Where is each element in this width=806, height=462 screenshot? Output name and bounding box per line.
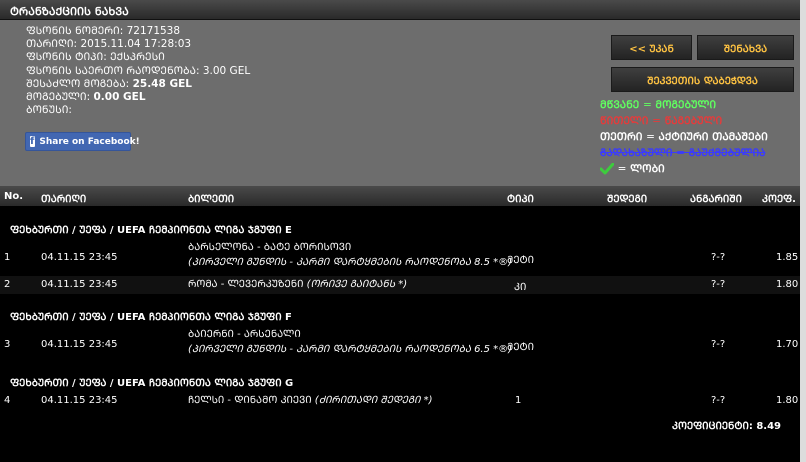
legend-value: ᲬᲐᲒᲔᲑᲣᲚᲘ [664,115,723,127]
total-value: 8.49 [756,421,782,432]
facebook-button-label: Share on Facebook! [39,136,140,147]
col-header-coef: ᲙᲝᲔᲤ. [762,194,796,205]
info-label: ᲑᲝᲜᲣᲡᲘ: [26,104,72,117]
col-header-type: ᲢᲘᲞᲘ [507,194,534,205]
total-coefficient: ᲙᲝᲔᲤᲘᲪᲘᲔᲜᲢᲘ: 8.49 [672,418,781,432]
row-event: ᲩᲔᲚᲡᲘ - ᲓᲘᲜᲐᲛᲝ ᲙᲘᲔᲕᲘ (ᲫᲘᲠᲘᲗᲐᲓᲘ ᲨᲔᲓᲔᲒᲘ *) [188,393,458,408]
back-button[interactable]: << ᲣᲙᲐᲜ [611,35,692,60]
row-coef: 1.85 [776,252,799,263]
group-title: ᲤᲔᲮᲑᲣᲠᲗᲘ / ᲣᲔᲤᲐ / UEFA ᲩᲔᲛᲞᲘᲝᲜᲗᲐ ᲚᲘᲒᲐ ᲯᲒ… [10,378,294,389]
window-title: ᲢᲠᲐᲜᲖᲐᲥᲪᲘᲘᲡ ᲜᲐᲮᲕᲐ [0,0,800,20]
legend-value: ᲐᲥᲢᲘᲣᲠᲘ ᲗᲐᲛᲐᲨᲔᲑᲘ [658,131,768,143]
status-legend: ᲛᲬᲕᲐᲜᲔ = ᲛᲝᲒᲔᲑᲣᲚᲘ ᲬᲘᲗᲔᲚᲘ = ᲬᲐᲒᲔᲑᲣᲚᲘ ᲗᲔᲗᲠ… [600,97,768,177]
info-value: 2015.11.04 17:28:03 [80,38,192,51]
group-title: ᲤᲔᲮᲑᲣᲠᲗᲘ / ᲣᲔᲤᲐ / UEFA ᲩᲔᲛᲞᲘᲝᲜᲗᲐ ᲚᲘᲒᲐ ᲯᲒ… [10,312,292,323]
legend-value: ᲒᲐᲣᲥᲛᲔᲑᲣᲚᲘᲐ [688,147,766,159]
event-name: ᲑᲐᲘᲔᲠᲜᲘ - ᲐᲠᲡᲔᲜᲐᲚᲘ [188,329,301,340]
row-type: ᲛᲔᲢᲘ [507,342,535,353]
col-header-outcome: ᲨᲔᲓᲔᲒᲘ [607,194,648,205]
ticket-info-panel: ᲤᲡᲝᲜᲘᲡ ᲜᲝᲛᲔᲠᲘ: 72171538 ᲗᲐᲠᲘᲦᲘ: 2015.11.… [0,20,800,186]
row-date: 04.11.15 23:45 [41,252,118,263]
check-icon [600,163,614,175]
info-value: 25.48 GEL [132,77,192,90]
legend-equals: = [676,147,685,159]
total-label: ᲙᲝᲔᲤᲘᲪᲘᲔᲜᲢᲘ: [672,421,753,432]
vertical-scrollbar[interactable] [800,0,806,462]
row-event: ᲑᲐᲘᲔᲠᲜᲘ - ᲐᲠᲡᲔᲜᲐᲚᲘ (ᲞᲘᲠᲕᲔᲚᲘ ᲒᲣᲜᲓᲘᲡ - ᲙᲐᲠ… [188,327,512,357]
print-order-button[interactable]: ᲨᲔᲙᲕᲔᲗᲘᲡ ᲓᲐᲑᲔᲭᲓᲕᲐ [611,67,794,92]
info-line-ticket-type: ᲤᲡᲝᲜᲘᲡ ᲢᲘᲞᲘ: ᲔᲥᲡᲞᲠᲔᲡᲘ [26,51,250,64]
facebook-icon: f [30,136,36,147]
legend-lost: ᲬᲘᲗᲔᲚᲘ = ᲬᲐᲒᲔᲑᲣᲚᲘ [600,113,768,129]
legend-equals: = [642,99,652,111]
row-date: 04.11.15 23:45 [41,279,118,290]
row-date: 04.11.15 23:45 [41,339,118,350]
col-header-date: ᲗᲐᲠᲘᲦᲘ [41,194,87,205]
legend-won: ᲛᲬᲕᲐᲜᲔ = ᲛᲝᲒᲔᲑᲣᲚᲘ [600,97,768,113]
event-description: (ᲞᲘᲠᲕᲔᲚᲘ ᲒᲣᲜᲓᲘᲡ - ᲙᲐᲠᲛᲘ ᲓᲐᲠᲢᲧᲛᲔᲑᲘᲡ ᲠᲐᲝᲓᲔ… [188,344,513,355]
col-header-no: No. [4,191,24,202]
legend-equals: = [617,163,627,175]
info-value: 72171538 [126,25,181,37]
row-coef: 1.80 [776,279,799,290]
legend-value: ᲛᲝᲒᲔᲑᲣᲚᲘ [655,99,717,111]
row-no: 2 [4,279,11,290]
row-result: ?-? [711,395,726,406]
info-line-possible-win: ᲨᲔᲡᲐᲫᲚᲝ ᲛᲝᲒᲔᲑᲐ: 25.48 GEL [26,78,250,91]
info-value: 3.00 GEL [202,64,251,77]
row-no: 3 [4,339,11,350]
info-label: ᲗᲐᲠᲘᲦᲘ: [26,38,78,51]
legend-active: ᲗᲔᲗᲠᲘ = ᲐᲥᲢᲘᲣᲠᲘ ᲗᲐᲛᲐᲨᲔᲑᲘ [600,129,768,145]
table-header: No. ᲗᲐᲠᲘᲦᲘ ᲑᲘᲚᲔᲗᲘ ᲢᲘᲞᲘ ᲨᲔᲓᲔᲒᲘ ᲐᲜᲒᲐᲠᲘᲨᲘ Კ… [0,186,800,206]
ticket-info-lines: ᲤᲡᲝᲜᲘᲡ ᲜᲝᲛᲔᲠᲘ: 72171538 ᲗᲐᲠᲘᲦᲘ: 2015.11.… [26,25,250,117]
legend-value: ᲚᲝᲑᲘ [630,163,665,175]
col-header-event: ᲑᲘᲚᲔᲗᲘ [188,194,235,205]
info-value: ᲔᲥᲡᲞᲠᲔᲡᲘ [110,51,165,64]
info-line-total-amount: ᲤᲡᲝᲜᲘᲡ ᲡᲐᲔᲠᲗᲝ ᲠᲐᲝᲓᲔᲜᲝᲑᲐ: 3.00 GEL [26,65,250,78]
row-type: ᲙᲘ [514,282,527,293]
info-line-date: ᲗᲐᲠᲘᲦᲘ: 2015.11.04 17:28:03 [26,38,250,51]
row-event: ᲠᲝᲛᲐ - ᲚᲔᲕᲔᲠᲙᲣᲖᲔᲜᲘ (ᲝᲠᲘᲕᲔ ᲒᲐᲘᲢᲐᲜᲡ *) [188,277,458,292]
legend-key: ᲬᲘᲗᲔᲚᲘ [600,115,649,127]
legend-cancelled: ᲒᲐᲓᲐᲮᲐᲖᲣᲚᲘ = ᲒᲐᲣᲥᲛᲔᲑᲣᲚᲘᲐ [600,145,768,161]
legend-odd: = ᲚᲝᲑᲘ [600,161,768,177]
legend-equals: = [652,115,661,127]
event-description: (ᲫᲘᲠᲘᲗᲐᲓᲘ ᲨᲔᲓᲔᲒᲘ *) [314,395,433,406]
group-title: ᲤᲔᲮᲑᲣᲠᲗᲘ / ᲣᲔᲤᲐ / UEFA ᲩᲔᲛᲞᲘᲝᲜᲗᲐ ᲚᲘᲒᲐ ᲯᲒ… [10,225,292,236]
info-label: ᲤᲡᲝᲜᲘᲡ ᲜᲝᲛᲔᲠᲘ: [26,25,124,37]
ticket-table-body: ᲤᲔᲮᲑᲣᲠᲗᲘ / ᲣᲔᲤᲐ / UEFA ᲩᲔᲛᲞᲘᲝᲜᲗᲐ ᲚᲘᲒᲐ ᲯᲒ… [0,206,800,462]
row-result: ?-? [711,279,726,290]
info-label: ᲛᲝᲒᲔᲑᲣᲚᲘ: [26,91,91,104]
save-button[interactable]: ᲨᲔᲜᲐᲮᲕᲐ [697,35,794,60]
event-description: (ᲝᲠᲘᲕᲔ ᲒᲐᲘᲢᲐᲜᲡ *) [306,279,408,290]
row-date: 04.11.15 23:45 [41,395,118,406]
info-line-won: ᲛᲝᲒᲔᲑᲣᲚᲘ: 0.00 GEL [26,91,250,104]
row-type: 1 [515,395,522,406]
row-no: 4 [4,395,11,406]
share-on-facebook-button[interactable]: f Share on Facebook! [25,132,140,151]
row-event: ᲑᲐᲠᲡᲔᲚᲝᲜᲐ - ᲑᲐᲢᲔ ᲑᲝᲠᲘᲡᲝᲕᲘ (ᲞᲘᲠᲕᲔᲚᲘ ᲒᲣᲜᲓᲘ… [188,240,512,270]
legend-key: ᲗᲔᲗᲠᲘ [600,131,643,143]
row-result: ?-? [711,339,726,350]
legend-equals: = [646,131,655,143]
row-no: 1 [4,252,11,263]
legend-key: ᲒᲐᲓᲐᲮᲐᲖᲣᲚᲘ [600,147,673,159]
col-header-result: ᲐᲜᲒᲐᲠᲘᲨᲘ [690,194,742,205]
info-label: ᲤᲡᲝᲜᲘᲡ ᲢᲘᲞᲘ: [26,51,107,64]
info-line-ticket-number: ᲤᲡᲝᲜᲘᲡ ᲜᲝᲛᲔᲠᲘ: 72171538 [26,25,250,38]
info-value: 0.00 GEL [93,91,146,104]
row-coef: 1.80 [776,395,799,406]
event-name: ᲠᲝᲛᲐ - ᲚᲔᲕᲔᲠᲙᲣᲖᲔᲜᲘ [188,279,304,290]
event-description: (ᲞᲘᲠᲕᲔᲚᲘ ᲒᲣᲜᲓᲘᲡ - ᲙᲐᲠᲛᲘ ᲓᲐᲠᲢᲧᲛᲔᲑᲘᲡ ᲠᲐᲝᲓᲔ… [188,257,513,268]
info-label: ᲨᲔᲡᲐᲫᲚᲝ ᲛᲝᲒᲔᲑᲐ: [26,77,130,90]
legend-key: ᲛᲬᲕᲐᲜᲔ [600,99,640,111]
row-result: ?-? [711,252,726,263]
event-name: ᲩᲔᲚᲡᲘ - ᲓᲘᲜᲐᲛᲝ ᲙᲘᲔᲕᲘ [188,395,312,406]
info-label: ᲤᲡᲝᲜᲘᲡ ᲡᲐᲔᲠᲗᲝ ᲠᲐᲝᲓᲔᲜᲝᲑᲐ: [26,64,200,77]
row-coef: 1.70 [776,339,799,350]
row-type: ᲛᲔᲢᲘ [507,255,535,266]
info-line-bonus: ᲑᲝᲜᲣᲡᲘ: [26,104,250,117]
event-name: ᲑᲐᲠᲡᲔᲚᲝᲜᲐ - ᲑᲐᲢᲔ ᲑᲝᲠᲘᲡᲝᲕᲘ [188,242,352,253]
